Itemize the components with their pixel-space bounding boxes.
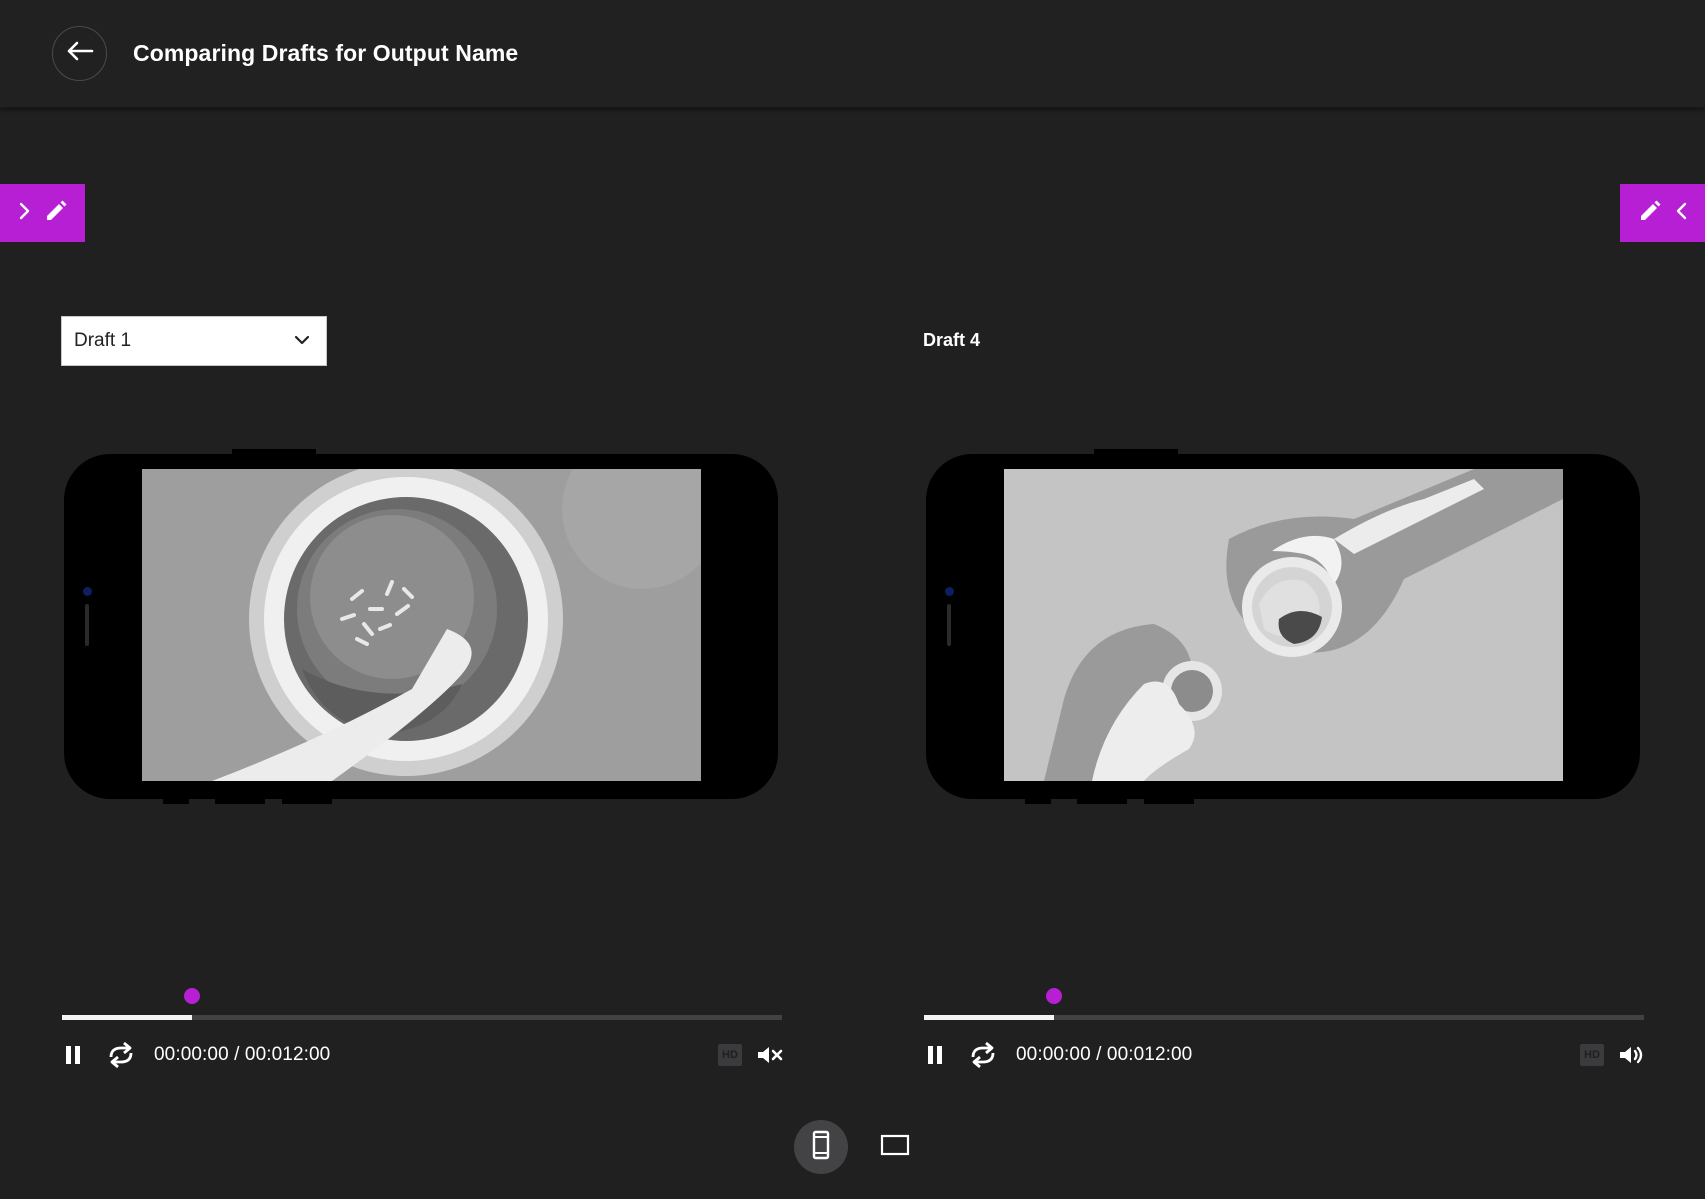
- hd-toggle-icon[interactable]: HD: [1580, 1044, 1604, 1066]
- front-camera: [83, 587, 92, 596]
- phone-speaker: [947, 604, 951, 646]
- right-phone-preview: [926, 449, 1640, 804]
- device-view-toggle: [794, 1120, 922, 1174]
- hd-toggle-icon[interactable]: HD: [718, 1044, 742, 1066]
- chevron-left-icon: [1675, 202, 1687, 225]
- volume-mute-icon[interactable]: [756, 1044, 784, 1066]
- time-display: 00:00:00 / 00:012:00: [1016, 1044, 1193, 1065]
- loop-icon[interactable]: [968, 1041, 998, 1069]
- right-edit-panel-toggle[interactable]: [1620, 184, 1705, 242]
- back-button[interactable]: [52, 26, 107, 81]
- app-header: Comparing Drafts for Output Name: [0, 0, 1705, 108]
- pause-icon[interactable]: [62, 1044, 84, 1066]
- mobile-view-button[interactable]: [794, 1120, 848, 1174]
- draft-select-value: Draft 1: [74, 330, 132, 351]
- right-progress-bar[interactable]: [924, 988, 1644, 1020]
- progress-fill: [924, 1015, 1054, 1020]
- chevron-down-icon: [294, 332, 310, 350]
- left-player-controls: 00:00:00 / 00:012:00 HD: [62, 1036, 784, 1074]
- front-camera: [945, 587, 954, 596]
- volume-on-icon[interactable]: [1618, 1044, 1646, 1066]
- time-display: 00:00:00 / 00:012:00: [154, 1044, 331, 1065]
- right-draft-label: Draft 4: [923, 330, 981, 350]
- page-title: Comparing Drafts for Output Name: [133, 40, 519, 66]
- phone-speaker: [85, 604, 89, 646]
- desktop-view-icon: [880, 1134, 910, 1161]
- left-video-frame: [142, 469, 701, 781]
- desktop-view-button[interactable]: [868, 1120, 922, 1174]
- right-video-frame: [1004, 469, 1563, 781]
- left-edit-panel-toggle[interactable]: [0, 184, 85, 242]
- chevron-right-icon: [19, 202, 31, 225]
- progress-handle[interactable]: [1045, 988, 1062, 1004]
- progress-fill: [62, 1015, 192, 1020]
- loop-icon[interactable]: [106, 1041, 136, 1069]
- pencil-icon: [1639, 200, 1661, 227]
- left-progress-bar[interactable]: [62, 988, 782, 1020]
- pause-icon[interactable]: [924, 1044, 946, 1066]
- right-player-controls: 00:00:00 / 00:012:00 HD: [924, 1036, 1646, 1074]
- arrow-left-icon: [66, 41, 94, 66]
- left-phone-preview: [64, 449, 778, 804]
- draft-select[interactable]: Draft 1: [61, 316, 327, 366]
- pencil-icon: [45, 200, 67, 227]
- progress-handle[interactable]: [183, 988, 200, 1004]
- mobile-view-icon: [812, 1130, 830, 1165]
